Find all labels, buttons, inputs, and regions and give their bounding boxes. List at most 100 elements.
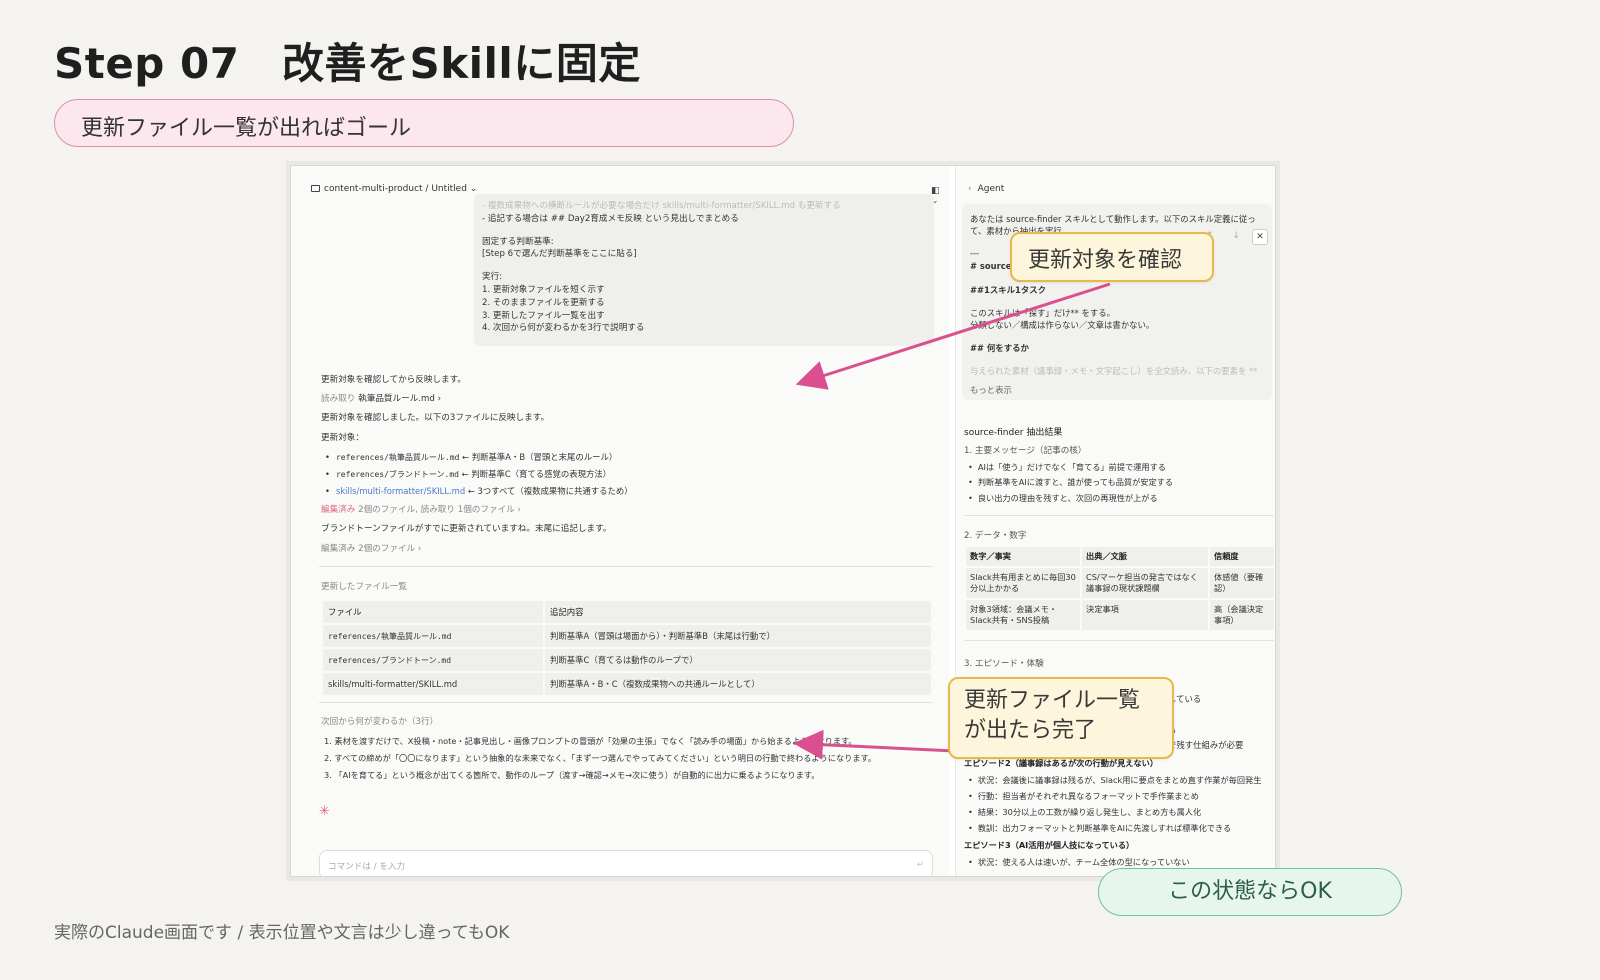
target-item: references/ブランドトーン.md ← 判断基準C（育てる感覚の表現方法… xyxy=(325,468,611,480)
footer-note: 実際のClaude画面です / 表示位置や文言は少し違ってもOK xyxy=(54,923,510,943)
table-header-row: 数字／事実 出典／文脈 信頼度 xyxy=(966,547,1274,566)
laptop-icon xyxy=(311,185,320,192)
agent-line: --- xyxy=(970,248,980,258)
callout-line: が出たら完了 xyxy=(964,718,1097,743)
target-file-link[interactable]: skills/multi-formatter/SKILL.md xyxy=(336,486,465,496)
table-cell-link[interactable]: skills/multi-formatter/SKILL.md xyxy=(323,673,543,695)
result-bullet: 結果：30分以上の工数が繰り返し発生し、まとめ方も属人化 xyxy=(968,806,1201,818)
next-item: 3. 「AIを育てる」という概念が出てくる箇所で、動作のループ（渡す→確認→メモ… xyxy=(324,770,820,780)
target-item: skills/multi-formatter/SKILL.md ← 3つすべて（… xyxy=(325,485,633,497)
prompt-line: 実行: xyxy=(482,272,503,283)
col-header: 追記内容 xyxy=(545,601,931,623)
table-cell: references/執筆品質ルール.md xyxy=(323,625,543,647)
table-cell: 判断基準A（冒頭は場面から）・判断基準B（末尾は行動で） xyxy=(545,625,931,647)
agent-line: 与えられた素材（議事録・メモ・文字起こし）を全文読み、以下の要素を ** xyxy=(970,366,1258,376)
table-cell: 判断基準A・B・C（複数成果物への共通ルールとして） xyxy=(545,673,931,695)
breadcrumb[interactable]: content-multi-product / Untitled ⌄ xyxy=(311,184,477,194)
claude-spark-icon: ✳ xyxy=(319,804,330,819)
show-more-link[interactable]: もっと表示 xyxy=(970,384,1012,396)
col-header: ファイル xyxy=(323,601,543,623)
table-cell: references/ブランドトーン.md xyxy=(323,649,543,671)
edited-label: 編集済み xyxy=(321,505,356,515)
result-bullet: 良い出力の理由を残すと、次回の再現性が上がる xyxy=(968,492,1158,504)
target-note: ← 判断基準C（育てる感覚の表現方法） xyxy=(458,469,612,479)
result-bullet: AIは「使う」だけでなく「育てる」前提で運用する xyxy=(968,461,1166,473)
command-input[interactable]: コマンドは / を入力 ↵ xyxy=(319,850,933,876)
divider xyxy=(319,566,933,567)
command-placeholder: コマンドは / を入力 xyxy=(328,862,406,872)
agent-line: ## 何をするか xyxy=(970,343,1029,353)
prompt-line: 4. 次回から何が変わるかを3行で説明する xyxy=(482,323,645,334)
targets-label: 更新対象： xyxy=(321,433,364,443)
prompt-line: 固定する判断基準: xyxy=(482,236,554,247)
divider xyxy=(319,702,933,703)
table-row: 対象3領域：会議メモ・Slack共有・SNS投稿 決定事項 高（会議決定事項） xyxy=(966,600,1274,630)
target-file: references/ブランドトーン.md xyxy=(335,470,459,479)
chat-pane: content-multi-product / Untitled ⌄ ◧ ⌄ -… xyxy=(291,166,949,876)
col-header: 信頼度 xyxy=(1210,547,1274,566)
divider xyxy=(964,515,1274,516)
episode-heading: エピソード3（AI活用が個人技になっている） xyxy=(964,840,1135,850)
section-heading: 2. データ・数字 xyxy=(964,531,1027,541)
target-note: ← 3つすべて（複数成果物に共通するため） xyxy=(465,486,633,496)
reflect-text: 更新対象を確認してから反映します。 xyxy=(321,375,466,385)
table-cell: 判断基準C（育てるは動作のループで） xyxy=(545,649,931,671)
prompt-line: 1. 更新対象ファイルを短く示す xyxy=(482,284,605,295)
close-icon[interactable]: ✕ xyxy=(1252,229,1268,245)
result-bullet: 状況：会議後に議事録は残るが、Slack用に要点をまとめ直す作業が毎回発生 xyxy=(968,774,1262,786)
confirmed-text: 更新対象を確認しました。以下の3ファイルに反映します。 xyxy=(321,413,550,423)
table-cell: 決定事項 xyxy=(1082,600,1208,630)
prompt-line: 2. そのままファイルを更新する xyxy=(482,297,605,308)
partial-text: で残す仕組みが必要 xyxy=(1168,740,1244,750)
table-row: references/執筆品質ルール.md 判断基準A（冒頭は場面から）・判断基… xyxy=(323,625,931,647)
updated-files-title: 更新したファイル一覧 xyxy=(321,582,407,592)
table-cell: Slack共有用まとめに毎回30分以上かかる xyxy=(966,568,1080,598)
breadcrumb-text: content-multi-product / Untitled ⌄ xyxy=(324,184,478,194)
result-bullet: 判断基準をAIに渡すと、誰が使っても品質が安定する xyxy=(968,476,1173,488)
table-row: references/ブランドトーン.md 判断基準C（育てるは動作のループで） xyxy=(323,649,931,671)
read-file-row[interactable]: 読み取り 執筆品質ルール.md › xyxy=(321,392,441,404)
target-file: references/執筆品質ルール.md xyxy=(335,453,460,462)
edited-row-2[interactable]: 編集済み 2個のファイル › xyxy=(321,542,421,554)
agent-line: ##1スキル1タスク xyxy=(970,285,1046,295)
result-bullet: 行動：担当者がそれぞれ異なるフォーマットで手作業まとめ xyxy=(968,790,1199,802)
section-heading: 3. エピソード・体験 xyxy=(964,659,1044,669)
prompt-line: [Step 6で選んだ判断基準をここに貼る] xyxy=(482,249,637,260)
prompt-line: 3. 更新したファイル一覧を出す xyxy=(482,310,605,321)
next-title: 次回から何が変わるか（3行） xyxy=(321,717,439,727)
data-table: 数字／事実 出典／文脈 信頼度 Slack共有用まとめに毎回30分以上かかる C… xyxy=(964,545,1275,632)
read-label: 読み取り xyxy=(321,394,356,404)
callout-confirm: 更新対象を確認 xyxy=(1010,232,1214,282)
edited-row[interactable]: 編集済み 2個のファイル, 読み取り 1個のファイル › xyxy=(321,503,521,515)
result-bullet: 教訓：出力フォーマットと判断基準をAIに先渡しすれば標準化できる xyxy=(968,822,1231,834)
next-item: 1. 素材を渡すだけで、X投稿・note・記事見出し・画像プロンプトの冒頭が「効… xyxy=(324,736,857,746)
prompt-faded-line: - 複数成果物への横断ルールが必要な場合だけ skills/multi-form… xyxy=(482,201,841,211)
prompt-message: - 複数成果物への横断ルールが必要な場合だけ skills/multi-form… xyxy=(474,194,934,346)
brand-note: ブランドトーンファイルがすでに更新されていますね。末尾に追記します。 xyxy=(321,524,612,534)
callout-done: 更新ファイル一覧 が出たら完了 xyxy=(948,677,1174,759)
divider xyxy=(964,640,1274,641)
col-header: 数字／事実 xyxy=(966,547,1080,566)
ok-badge: この状態ならOK xyxy=(1098,868,1402,916)
result-bullet: 状況：使える人は速いが、チーム全体の型になっていない xyxy=(968,856,1190,868)
callout-line: 更新ファイル一覧 xyxy=(964,688,1141,713)
read-file-name: 執筆品質ルール.md › xyxy=(358,394,442,404)
agent-line: このスキルは「探す」だけ** をする。 xyxy=(970,308,1116,318)
agent-line: 分類しない／構成は作らない／文章は書かない。 xyxy=(970,320,1155,330)
agent-line: あなたは source-finder スキルとして動作します。以下のスキル定義に… xyxy=(970,214,1256,224)
prompt-line: - 追記する場合は ## Day2育成メモ反映 という見出しでまとめる xyxy=(482,213,739,224)
chevron-left-icon[interactable]: ‹ xyxy=(968,184,972,194)
agent-line: # source xyxy=(970,261,1012,271)
updated-files-table: ファイル 追記内容 references/執筆品質ルール.md 判断基準A（冒頭… xyxy=(321,599,933,697)
table-cell: 対象3領域：会議メモ・Slack共有・SNS投稿 xyxy=(966,600,1080,630)
agent-title: Agent xyxy=(977,184,1005,194)
edited-detail: 2個のファイル, 読み取り 1個のファイル › xyxy=(358,505,521,515)
table-cell: CS/マーケ担当の発言ではなく議事録の現状課題欄 xyxy=(1082,568,1208,598)
table-header-row: ファイル 追記内容 xyxy=(323,601,931,623)
send-icon[interactable]: ↵ xyxy=(917,860,924,870)
table-cell: 高（会議決定事項） xyxy=(1210,600,1274,630)
target-item: references/執筆品質ルール.md ← 判断基準A・B（冒頭と末尾のルー… xyxy=(325,451,617,463)
table-cell: 体感値（要確認） xyxy=(1210,568,1274,598)
result-title: source-finder 抽出結果 xyxy=(964,428,1063,438)
target-note: ← 判断基準A・B（冒頭と末尾のルール） xyxy=(459,452,618,462)
